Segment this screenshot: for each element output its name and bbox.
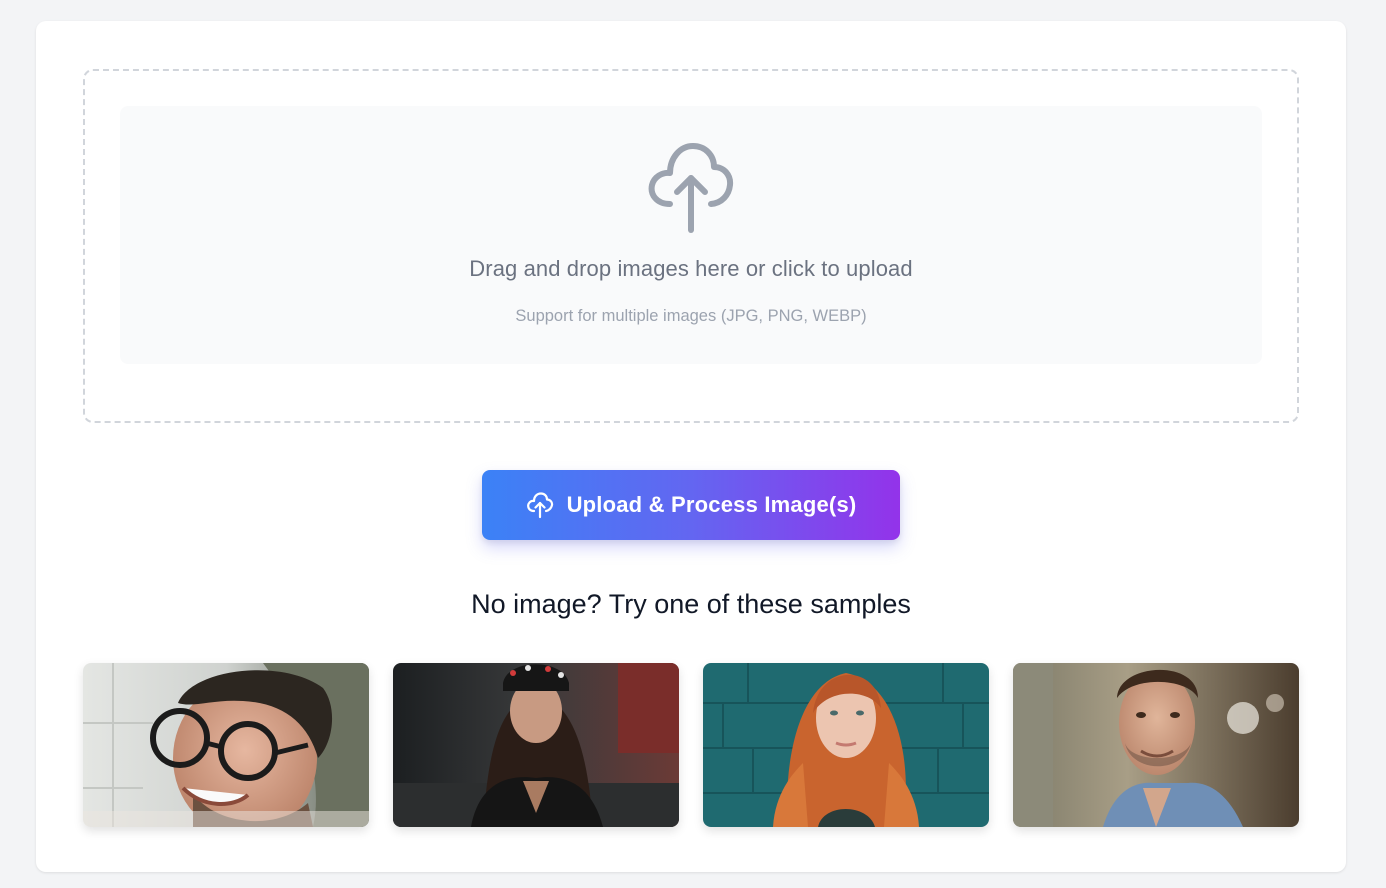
sample-image-4[interactable] [1013, 663, 1299, 827]
samples-heading: No image? Try one of these samples [471, 589, 911, 619]
upload-button-label: Upload & Process Image(s) [566, 492, 857, 517]
cloud-upload-icon [526, 491, 554, 519]
image-dropzone[interactable]: Drag and drop images here or click to up… [83, 69, 1299, 423]
upload-card: Drag and drop images here or click to up… [36, 21, 1346, 872]
cloud-upload-icon [648, 143, 734, 233]
sample-image-3[interactable] [703, 663, 989, 827]
dropzone-title: Drag and drop images here or click to up… [469, 256, 913, 281]
upload-process-button[interactable]: Upload & Process Image(s) [482, 470, 900, 540]
dropzone-inner[interactable]: Drag and drop images here or click to up… [120, 106, 1262, 364]
sample-image-2[interactable] [393, 663, 679, 827]
sample-image-1[interactable] [83, 663, 369, 827]
dropzone-subtitle: Support for multiple images (JPG, PNG, W… [515, 307, 867, 325]
